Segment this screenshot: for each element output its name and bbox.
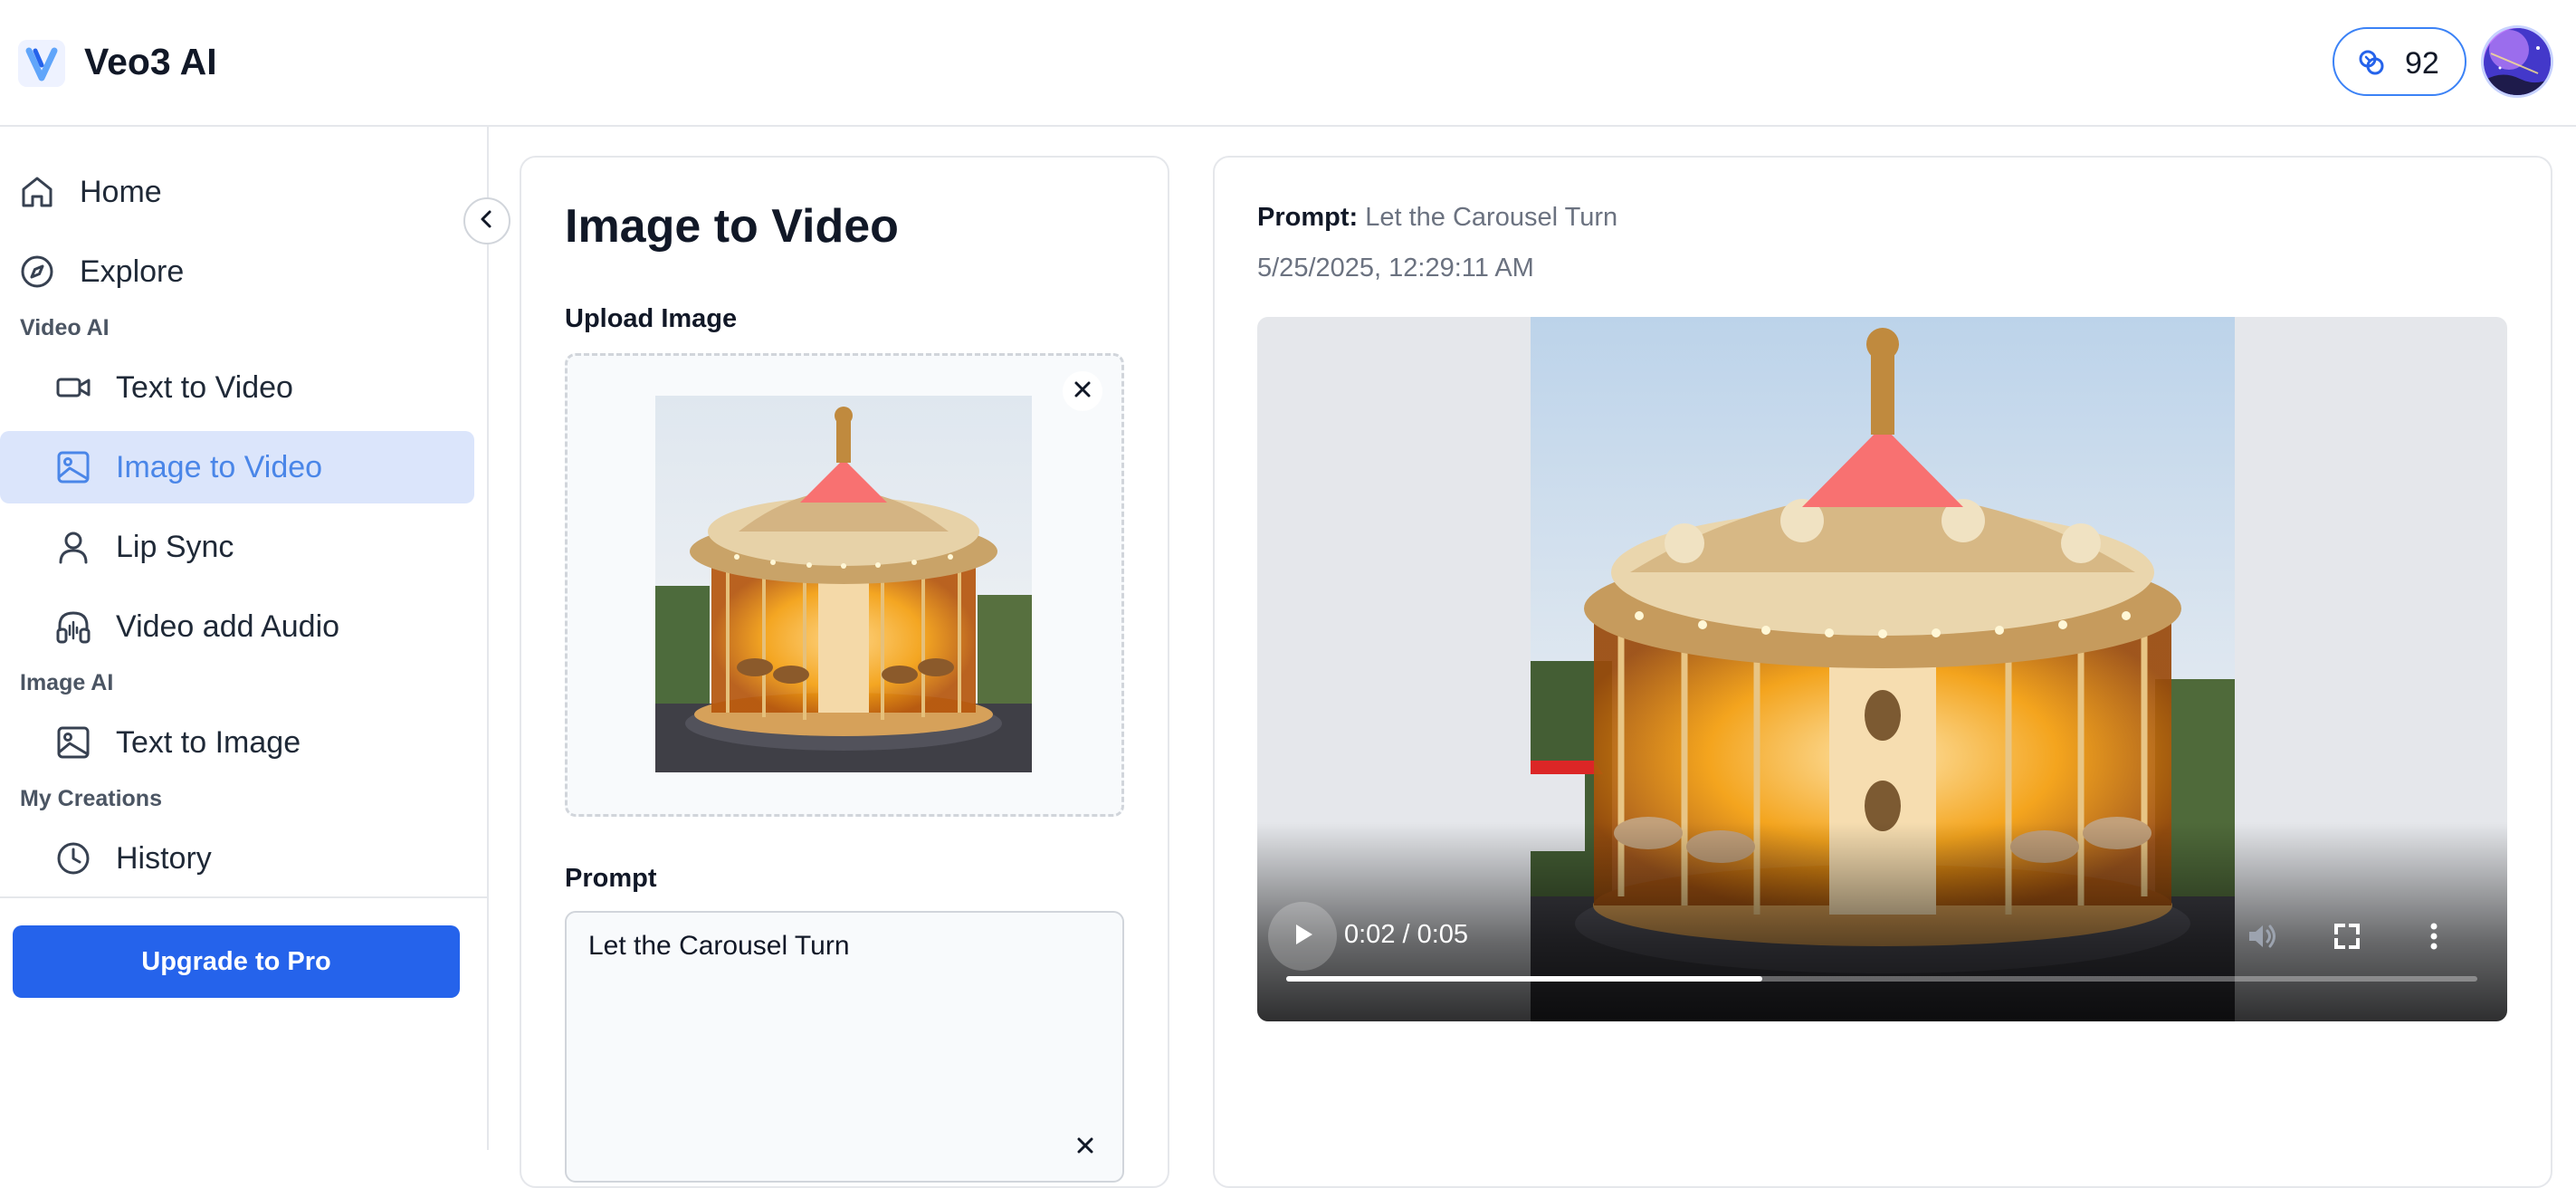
user-avatar[interactable] — [2481, 25, 2553, 98]
remove-image-button[interactable] — [1063, 371, 1102, 411]
result-prompt: Prompt: Let the Carousel Turn — [1257, 203, 1617, 233]
sidebar-item-label: Home — [80, 174, 162, 209]
credits-badge[interactable]: 92 — [2333, 27, 2466, 96]
sidebar-item-label: History — [116, 840, 212, 876]
sidebar-item-text-to-image[interactable]: Text to Image — [54, 706, 471, 779]
video-progress-bar[interactable] — [1286, 976, 2477, 982]
chevron-left-icon — [475, 207, 499, 235]
close-icon — [1073, 1137, 1097, 1161]
result-timestamp: 5/25/2025, 12:29:11 AM — [1257, 254, 1534, 283]
result-prompt-value: Let the Carousel Turn — [1365, 203, 1618, 232]
top-header: Veo3 AI 92 — [0, 0, 2576, 127]
logo-icon[interactable] — [18, 40, 65, 87]
volume-button[interactable] — [2244, 918, 2280, 954]
clear-prompt-button[interactable] — [1073, 1134, 1101, 1161]
video-camera-icon — [54, 369, 92, 407]
result-prompt-key: Prompt: — [1257, 203, 1359, 232]
collapse-sidebar-button[interactable] — [463, 197, 510, 244]
play-icon — [1289, 921, 1316, 953]
more-vertical-icon — [2416, 923, 2452, 958]
section-label-video-ai: Video AI — [20, 315, 110, 340]
sidebar-item-label: Explore — [80, 254, 185, 289]
page-title: Image to Video — [565, 200, 899, 253]
sidebar-item-text-to-video[interactable]: Text to Video — [54, 351, 471, 424]
headphones-icon — [54, 608, 92, 646]
uploaded-image-preview — [655, 396, 1032, 772]
video-time-readout: 0:02 / 0:05 — [1344, 920, 1469, 949]
sidebar-item-image-to-video[interactable]: Image to Video — [0, 431, 474, 503]
sidebar-item-history[interactable]: History — [54, 822, 471, 895]
home-icon — [18, 173, 56, 211]
video-progress-fill — [1286, 976, 1763, 982]
sidebar-item-lip-sync[interactable]: Lip Sync — [54, 511, 471, 583]
section-label-my-creations: My Creations — [20, 786, 162, 811]
sidebar-item-label: Video add Audio — [116, 608, 340, 644]
volume-icon — [2244, 925, 2280, 958]
more-options-button[interactable] — [2416, 918, 2452, 954]
fullscreen-button[interactable] — [2329, 918, 2365, 954]
upgrade-to-pro-button[interactable]: Upgrade to Pro — [13, 925, 460, 998]
compass-icon — [18, 253, 56, 291]
image-icon — [54, 448, 92, 486]
prompt-label: Prompt — [565, 864, 657, 893]
section-label-image-ai: Image AI — [20, 670, 114, 695]
app-title[interactable]: Veo3 AI — [84, 38, 217, 85]
sidebar-item-home[interactable]: Home — [18, 156, 471, 228]
image-icon — [54, 723, 92, 762]
user-icon — [54, 528, 92, 566]
sidebar-item-video-add-audio[interactable]: Video add Audio — [54, 590, 471, 663]
sidebar-item-explore[interactable]: Explore — [18, 235, 471, 308]
prompt-input[interactable]: Let the Carousel Turn — [565, 911, 1124, 1183]
coins-icon — [2356, 47, 2387, 78]
sidebar-divider — [0, 896, 489, 898]
video-player[interactable]: 0:02 / 0:05 — [1257, 317, 2507, 1021]
fullscreen-icon — [2329, 924, 2365, 958]
sidebar-item-label: Text to Image — [116, 724, 301, 760]
sidebar-item-label: Text to Video — [116, 369, 293, 405]
sidebar-item-label: Image to Video — [116, 449, 323, 484]
sidebar-item-label: Lip Sync — [116, 529, 234, 564]
close-icon — [1071, 378, 1094, 406]
play-button[interactable] — [1268, 902, 1337, 971]
credits-count: 92 — [2405, 46, 2439, 81]
upload-image-label: Upload Image — [565, 304, 738, 333]
clock-icon — [54, 839, 92, 877]
